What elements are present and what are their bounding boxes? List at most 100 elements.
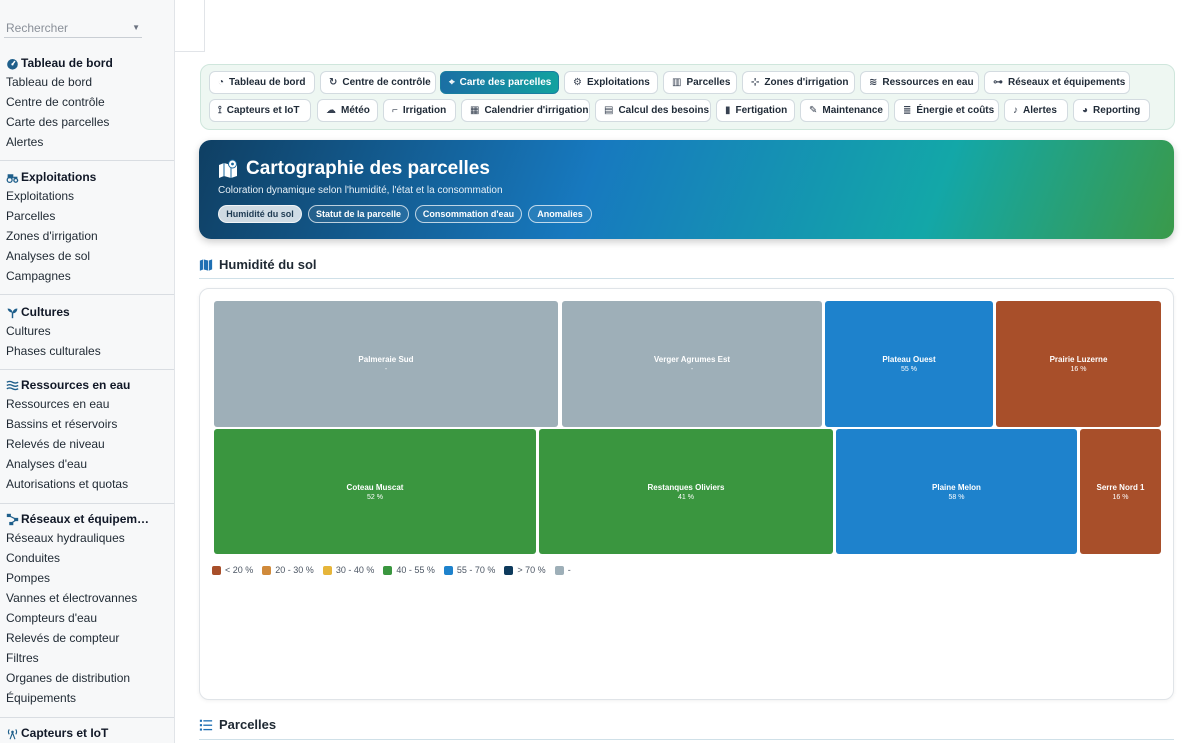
tab-fertigation[interactable]: ▮ Fertigation (716, 99, 795, 122)
sitemap-icon: ⊹ (751, 77, 760, 88)
tab-irrigation-calendar[interactable]: ▦ Calendrier d'irrigation (461, 99, 590, 122)
chevron-down-icon[interactable]: ▼ (132, 23, 140, 32)
legend-swatch (443, 565, 453, 575)
tab-alerts[interactable]: ♪ Alertes (1004, 99, 1068, 122)
page-title: Cartographie des parcelles (218, 158, 490, 180)
tab-reporting[interactable]: ◕ Reporting (1073, 99, 1150, 122)
gauge-icon: ◔ (218, 77, 225, 88)
tab-parcels[interactable]: ▥ Parcelles (663, 71, 737, 94)
sidebar-section-title: Exploitations (0, 168, 174, 186)
section-divider (199, 739, 1174, 740)
sidebar-item-crops[interactable]: Cultures (0, 321, 174, 341)
gauge-icon (7, 58, 18, 70)
sidebar-item-pipes[interactable]: Conduites (0, 548, 174, 568)
cell-name: Verger Agrumes Est (653, 355, 731, 364)
sidebar-item-dashboard[interactable]: Tableau de bord (0, 72, 174, 92)
tractor-icon: ⚙ (573, 77, 582, 88)
treemap-cell[interactable]: Serre Nord 1 16 % (1080, 429, 1161, 554)
sidebar-item-campaigns[interactable]: Campagnes (0, 266, 174, 286)
treemap-cell[interactable]: Coteau Muscat 52 % (214, 429, 536, 554)
sidebar-item-equipment[interactable]: Équipements (0, 688, 174, 708)
cell-name: Palmeraie Sud (358, 355, 414, 364)
tab-maintenance[interactable]: ✎ Maintenance (800, 99, 889, 122)
sidebar-item-water-resources[interactable]: Ressources en eau (0, 394, 174, 414)
tab-control-center[interactable]: ↻ Centre de contrôle (320, 71, 436, 94)
sidebar-item-pumps[interactable]: Pompes (0, 568, 174, 588)
sidebar-section-title: Réseaux et équipem… (0, 510, 174, 528)
cell-value: 16 % (1070, 366, 1087, 373)
legend-swatch (262, 565, 272, 575)
sidebar-item-soil-analyses[interactable]: Analyses de sol (0, 246, 174, 266)
sidebar-item-farms[interactable]: Exploitations (0, 186, 174, 206)
treemap-cell[interactable]: Plaine Melon 58 % (836, 429, 1077, 554)
sidebar-item-parcels[interactable]: Parcelles (0, 206, 174, 226)
sidebar-item-crop-phases[interactable]: Phases culturales (0, 341, 174, 361)
tab-sensors[interactable]: ⟟ Capteurs et IoT (209, 99, 311, 122)
sidebar-item-authorizations[interactable]: Autorisations et quotas (0, 474, 174, 494)
sidebar-item-water-meters[interactable]: Compteurs d'eau (0, 608, 174, 628)
mode-water-consumption-button[interactable]: Consommation d'eau (415, 205, 522, 223)
sidebar-item-level-readings[interactable]: Relevés de niveau (0, 434, 174, 454)
tab-irrigation-zones[interactable]: ⊹ Zones d'irrigation (742, 71, 855, 94)
legend-item: 55 - 70 % (443, 565, 495, 575)
hero-banner: Cartographie des parcelles Coloration dy… (199, 140, 1174, 239)
faucet-icon: ⌐ (392, 105, 398, 116)
sidebar-item-water-analyses[interactable]: Analyses d'eau (0, 454, 174, 474)
search-select[interactable]: Rechercher ▼ (4, 18, 142, 38)
sidebar-divider (0, 503, 174, 504)
tab-water-resources[interactable]: ≋ Ressources en eau (860, 71, 979, 94)
module-tabs: ◔ Tableau de bord ↻ Centre de contrôle ⌖ Ca… (200, 64, 1175, 130)
treemap-cell[interactable]: Plateau Ouest 55 % (825, 301, 993, 427)
mode-anomalies-button[interactable]: Anomalies (528, 205, 592, 223)
tab-energy-costs[interactable]: ≣ Énergie et coûts (894, 99, 999, 122)
moisture-legend: < 20 % 20 - 30 % 30 - 40 % 40 - 55 % 55 … (212, 565, 580, 575)
sidebar-section-farms: Exploitations Exploitations Parcelles Zo… (0, 168, 174, 286)
sidebar-item-control-center[interactable]: Centre de contrôle (0, 92, 174, 112)
sidebar-item-filters[interactable]: Filtres (0, 648, 174, 668)
treemap-cell[interactable]: Palmeraie Sud - (214, 301, 558, 427)
sidebar-item-irrigation-zones[interactable]: Zones d'irrigation (0, 226, 174, 246)
cell-value: 16 % (1112, 493, 1129, 501)
legend-swatch (212, 565, 221, 575)
tab-dashboard[interactable]: ◔ Tableau de bord (209, 71, 315, 94)
sidebar-item-basins[interactable]: Bassins et réservoirs (0, 414, 174, 434)
cell-value: - (690, 366, 694, 373)
tab-irrigation[interactable]: ⌐ Irrigation (383, 99, 456, 122)
section-heading-soil-moisture: Humidité du sol (199, 257, 317, 272)
sidebar-divider (0, 717, 174, 718)
sidebar-section-title: Cultures (0, 303, 174, 321)
tab-parcel-map[interactable]: ⌖ Carte des parcelles (440, 71, 559, 94)
legend-item: > 70 % (504, 565, 546, 575)
sidebar-item-parcel-map[interactable]: Carte des parcelles (0, 112, 174, 132)
section-divider (199, 278, 1174, 279)
tab-networks[interactable]: ⊶ Réseaux et équipements (984, 71, 1130, 94)
sidebar-item-meter-readings[interactable]: Relevés de compteur (0, 628, 174, 648)
sidebar-item-distribution[interactable]: Organes de distribution (0, 668, 174, 688)
sidebar-item-hydraulic-networks[interactable]: Réseaux hydrauliques (0, 528, 174, 548)
page-subtitle: Coloration dynamique selon l'humidité, l… (218, 185, 503, 196)
sidebar-divider (0, 369, 174, 370)
sidebar-divider (0, 160, 174, 161)
tab-needs-calculation[interactable]: ▤ Calcul des besoins (595, 99, 711, 122)
treemap-cell[interactable]: Verger Agrumes Est - (562, 301, 822, 427)
treemap-cell[interactable]: Restanques Oliviers 41 % (539, 429, 833, 554)
sidebar-item-valves[interactable]: Vannes et électrovannes (0, 588, 174, 608)
cell-name: Restanques Oliviers (647, 482, 725, 492)
seedling-icon (7, 307, 18, 318)
map-marked-icon (219, 159, 237, 178)
cell-name: Plaine Melon (932, 482, 981, 492)
mode-parcel-status-button[interactable]: Statut de la parcelle (308, 205, 409, 223)
list-icon (199, 719, 213, 731)
tab-farms[interactable]: ⚙ Exploitations (564, 71, 658, 94)
legend-swatch (504, 565, 514, 575)
mode-soil-moisture-button[interactable]: Humidité du sol (218, 205, 302, 223)
sync-icon: ↻ (329, 77, 338, 88)
legend-item: 30 - 40 % (322, 565, 374, 575)
legend-item: 40 - 55 % (383, 565, 435, 575)
tab-weather[interactable]: ☁ Météo (317, 99, 378, 122)
sidebar-item-alerts[interactable]: Alertes (0, 132, 174, 152)
treemap-cell[interactable]: Prairie Luzerne 16 % (996, 301, 1161, 427)
cell-value: 41 % (678, 493, 694, 501)
sidebar-section-networks: Réseaux et équipem… Réseaux hydrauliques… (0, 510, 174, 708)
tractor-icon (6, 173, 19, 183)
